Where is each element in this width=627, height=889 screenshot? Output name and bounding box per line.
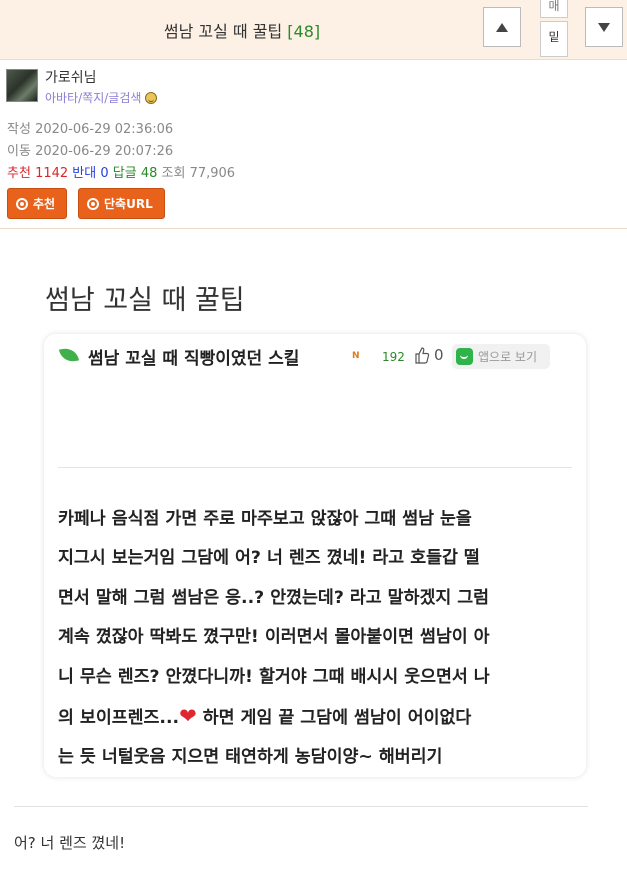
oppose-count: 0 (100, 166, 109, 181)
embedded-screenshot-card: 썸남 꼬실 때 직빵이였던 스킬 N 192 0 앱으로 보기 카페나 음식점 … (44, 334, 586, 777)
author-links-text[interactable]: 아바타/쪽지/글검색 (45, 91, 141, 105)
post-header-bar: 썸남 꼬실 때 꿀팁 [48] 매 밑 (0, 0, 627, 60)
app-view-label: 앱으로 보기 (478, 350, 538, 364)
mini-tab-top[interactable]: 매 (540, 0, 568, 18)
header-title: 썸남 꼬실 때 꿀팁 [48] (0, 18, 484, 42)
stats-row: 추천 1142 반대 0 답글 48 조회 77,906 (7, 162, 235, 181)
card-divider (58, 467, 572, 468)
header-comment-count[interactable]: [48] (287, 22, 320, 41)
header-title-text: 썸남 꼬실 때 꿀팁 (163, 22, 283, 41)
leaf-icon (58, 346, 80, 364)
moved-label: 이동 (7, 144, 31, 159)
moved-date-row: 이동 2020-06-29 20:07:26 (7, 140, 173, 159)
recommend-label: 추천 (7, 166, 31, 181)
moved-date: 2020-06-29 20:07:26 (35, 144, 174, 159)
author-links[interactable]: 아바타/쪽지/글검색 (45, 89, 158, 106)
app-icon (456, 348, 473, 365)
oppose-label: 반대 (72, 166, 97, 181)
thumbs-up-icon (415, 347, 430, 364)
recommend-icon (16, 197, 28, 210)
card-like-count: 0 (434, 346, 444, 364)
views-label: 조회 (161, 166, 186, 181)
smile-icon (145, 92, 158, 104)
heart-icon: ❤ (179, 704, 197, 729)
card-title: 썸남 꼬실 때 직빵이였던 스킬 (88, 349, 300, 369)
replies-label: 답글 (112, 166, 137, 181)
written-date-row: 작성 2020-06-29 02:36:06 (7, 118, 173, 137)
card-body-text: 카페나 음식점 가면 주로 마주보고 앉잖아 그때 썸남 눈을 지그시 보는거임… (58, 500, 578, 778)
written-date: 2020-06-29 02:36:06 (35, 122, 174, 137)
recommend-count: 1142 (35, 166, 69, 181)
views-count: 77,906 (189, 166, 236, 181)
recommend-button[interactable]: 추천 (7, 188, 67, 219)
post-caption: 어? 너 렌즈 꼈네! (14, 834, 126, 852)
mini-tab-bottom[interactable]: 밑 (540, 21, 568, 57)
next-post-button[interactable] (585, 7, 623, 47)
app-view-button[interactable]: 앱으로 보기 (452, 344, 550, 369)
avatar[interactable] (6, 69, 38, 102)
written-label: 작성 (7, 122, 31, 137)
card-view-count: 192 (382, 350, 405, 364)
post-title: 썸남 꼬실 때 꿀팁 (45, 285, 245, 316)
author-nickname[interactable]: 가로쉬님 (45, 67, 97, 87)
short-url-button-label: 단축URL (104, 197, 153, 211)
card-text-part1: 카페나 음식점 가면 주로 마주보고 앉잖아 그때 썸남 눈을 지그시 보는거임… (58, 509, 490, 729)
replies-count: 48 (140, 166, 158, 181)
short-url-button[interactable]: 단축URL (78, 188, 165, 219)
content-divider (14, 806, 588, 807)
recommend-button-label: 추천 (33, 197, 56, 211)
new-badge: N (352, 351, 360, 361)
link-icon (87, 197, 99, 210)
triangle-down-icon (598, 22, 610, 32)
prev-post-button[interactable] (483, 7, 521, 47)
section-divider (0, 228, 627, 229)
triangle-up-icon (496, 22, 508, 32)
